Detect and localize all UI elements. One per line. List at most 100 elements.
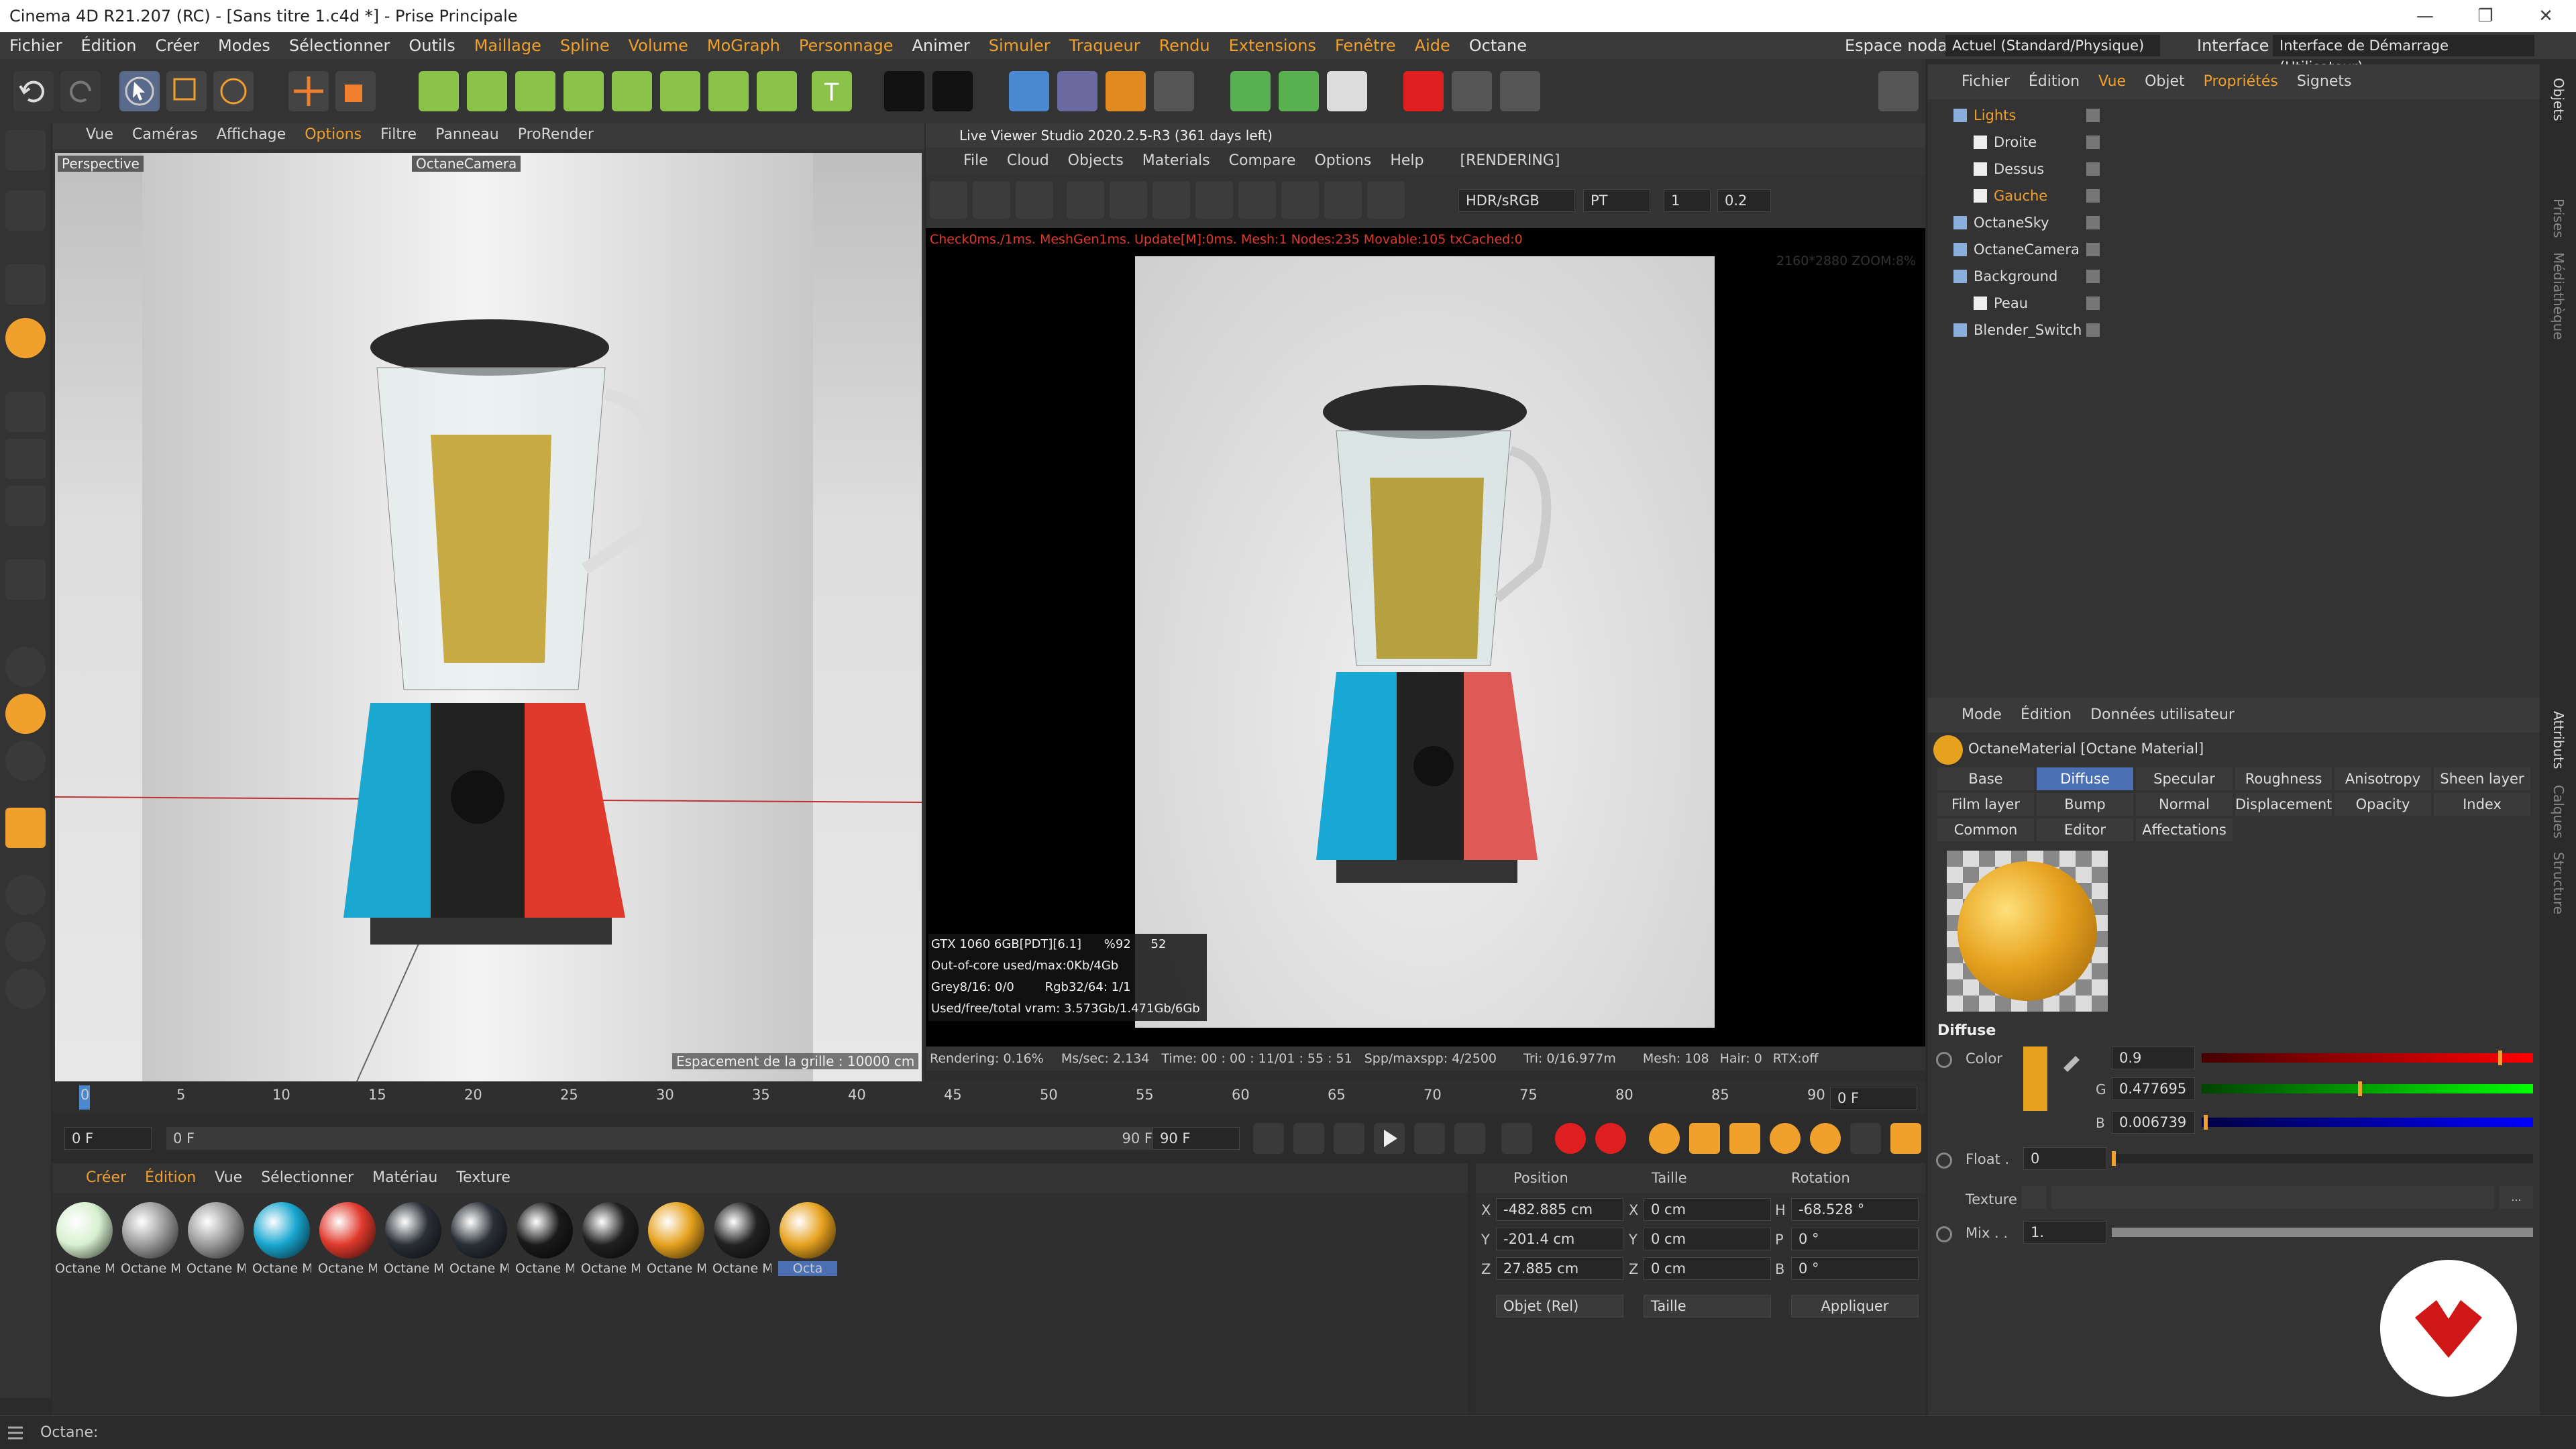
visibility-toggle[interactable] bbox=[2086, 270, 2100, 283]
timeline-window-icon[interactable] bbox=[1890, 1123, 1921, 1154]
size-x-field[interactable]: 0 cm bbox=[1644, 1198, 1771, 1221]
auto-key-icon[interactable] bbox=[1595, 1123, 1626, 1154]
lv-menu-materials[interactable]: Materials bbox=[1133, 148, 1220, 174]
tab-index[interactable]: Index bbox=[2434, 793, 2530, 816]
eyedropper-icon[interactable] bbox=[2059, 1048, 2084, 1072]
s-icon-3[interactable] bbox=[5, 741, 46, 781]
lv-kernel-select[interactable]: PT bbox=[1583, 189, 1650, 212]
material-item[interactable]: Octane M bbox=[384, 1202, 443, 1276]
color-anim-dot[interactable] bbox=[1936, 1052, 1952, 1068]
rect-select-icon[interactable] bbox=[166, 71, 207, 111]
render-settings-icon[interactable] bbox=[932, 71, 973, 111]
tab-diffuse[interactable]: Diffuse bbox=[2037, 767, 2133, 790]
edges-mode-icon[interactable] bbox=[5, 439, 46, 479]
obj-menu-signets[interactable]: Signets bbox=[2288, 64, 2361, 99]
menu-edition[interactable]: Édition bbox=[71, 32, 146, 59]
r-field[interactable]: 0.9 bbox=[2112, 1046, 2195, 1069]
viewport-menu-affichage[interactable]: Affichage bbox=[207, 123, 295, 146]
lv-region-icon[interactable] bbox=[1067, 181, 1104, 219]
record-icon[interactable] bbox=[1403, 71, 1444, 111]
generator-icon[interactable] bbox=[515, 71, 555, 111]
lv-menu-compare[interactable]: Compare bbox=[1220, 148, 1305, 174]
attr-menu-edition[interactable]: Édition bbox=[2011, 698, 2081, 733]
position-x-field[interactable]: -482.885 cm bbox=[1496, 1198, 1623, 1221]
object-name[interactable]: Peau bbox=[1994, 290, 2028, 317]
object-row[interactable]: Lights bbox=[1928, 102, 2540, 129]
object-row[interactable]: Peau bbox=[1928, 290, 2540, 317]
side-tab-attributs[interactable]: Attributs bbox=[2551, 711, 2567, 769]
menu-maillage[interactable]: Maillage bbox=[465, 32, 551, 59]
visibility-toggle[interactable] bbox=[2086, 136, 2100, 149]
object-name[interactable]: OctaneCamera bbox=[1974, 236, 2080, 263]
visibility-toggle[interactable] bbox=[2086, 297, 2100, 310]
lv-menu-cloud[interactable]: Cloud bbox=[998, 148, 1059, 174]
key-param-icon[interactable] bbox=[1810, 1123, 1841, 1154]
object-name[interactable]: OctaneSky bbox=[1974, 209, 2049, 236]
side-tab-prises[interactable]: Prises bbox=[2551, 199, 2567, 238]
mix-slider[interactable] bbox=[2112, 1228, 2533, 1237]
start-frame-field[interactable]: 0 F bbox=[64, 1127, 152, 1150]
object-row[interactable]: Dessus bbox=[1928, 156, 2540, 182]
maximize-button[interactable]: ❐ bbox=[2455, 0, 2516, 32]
viewport-menu-cameras[interactable]: Caméras bbox=[123, 123, 207, 146]
size-y-field[interactable]: 0 cm bbox=[1644, 1228, 1771, 1250]
light-icon[interactable] bbox=[660, 71, 700, 111]
select-arrow-icon[interactable] bbox=[119, 71, 160, 111]
object-row[interactable]: Blender_Switch bbox=[1928, 317, 2540, 343]
g-slider[interactable] bbox=[2202, 1081, 2533, 1096]
lv-add-icon[interactable] bbox=[1238, 181, 1276, 219]
mix-field[interactable]: 1. bbox=[2023, 1221, 2106, 1244]
viewport-canvas[interactable]: Perspective OctaneCamera Espacement de l… bbox=[55, 153, 922, 1081]
viewport-menu-vue[interactable]: Vue bbox=[52, 123, 123, 146]
key-scale-icon[interactable] bbox=[1729, 1123, 1760, 1154]
octane-settings-icon[interactable] bbox=[1500, 71, 1540, 111]
tab-base[interactable]: Base bbox=[1937, 767, 2034, 790]
viewport-menu-panneau[interactable]: Panneau bbox=[426, 123, 508, 146]
rotation-p-field[interactable]: 0 ° bbox=[1791, 1228, 1919, 1250]
render-view-icon[interactable] bbox=[884, 71, 924, 111]
float-anim-dot[interactable] bbox=[1936, 1152, 1952, 1169]
object-name[interactable]: Lights bbox=[1974, 102, 2016, 129]
material-item[interactable]: Octa bbox=[778, 1202, 837, 1276]
key-rotation-icon[interactable] bbox=[1770, 1123, 1801, 1154]
side-tab-objets[interactable]: Objets bbox=[2551, 78, 2567, 121]
menu-octane[interactable]: Octane bbox=[1460, 32, 1536, 59]
tab-anisotropy[interactable]: Anisotropy bbox=[2334, 767, 2431, 790]
interface-select[interactable]: Interface de Démarrage (Utilisateur) bbox=[2273, 35, 2534, 75]
axis-mode-icon[interactable] bbox=[5, 559, 46, 600]
tab-opacity[interactable]: Opacity bbox=[2334, 793, 2431, 816]
tab-normal[interactable]: Normal bbox=[2136, 793, 2233, 816]
live-viewer-render[interactable]: Check0ms./1ms. MeshGen1ms. Update[M]:0ms… bbox=[926, 228, 1925, 1071]
texture-slot[interactable] bbox=[2051, 1186, 2494, 1209]
tab-roughness[interactable]: Roughness bbox=[2235, 767, 2332, 790]
object-row[interactable]: Gauche bbox=[1928, 182, 2540, 209]
menu-volume[interactable]: Volume bbox=[619, 32, 698, 59]
lv-send-scene-icon[interactable] bbox=[930, 181, 967, 219]
visibility-toggle[interactable] bbox=[2086, 162, 2100, 176]
environment-icon[interactable] bbox=[708, 71, 749, 111]
octane-camera-icon[interactable] bbox=[1154, 71, 1194, 111]
scale-icon[interactable] bbox=[335, 71, 376, 111]
lv-material-pick-icon[interactable] bbox=[1367, 181, 1405, 219]
polygons-mode-icon[interactable] bbox=[5, 486, 46, 526]
tab-affectations[interactable]: Affectations bbox=[2136, 818, 2233, 841]
position-y-field[interactable]: -201.4 cm bbox=[1496, 1228, 1623, 1250]
g-field[interactable]: 0.477695 bbox=[2112, 1077, 2195, 1100]
tab-bump[interactable]: Bump bbox=[2037, 793, 2133, 816]
menu-modes[interactable]: Modes bbox=[209, 32, 280, 59]
side-tab-calques[interactable]: Calques bbox=[2551, 785, 2567, 839]
visibility-toggle[interactable] bbox=[2086, 323, 2100, 337]
object-name[interactable]: Droite bbox=[1994, 129, 2037, 156]
size-mode-select[interactable]: Taille bbox=[1644, 1295, 1771, 1318]
object-row[interactable]: OctaneCamera bbox=[1928, 236, 2540, 263]
layout-icon[interactable] bbox=[1878, 71, 1919, 111]
attr-menu-donnees[interactable]: Données utilisateur bbox=[2081, 698, 2244, 733]
lv-lock-icon[interactable] bbox=[1152, 181, 1190, 219]
material-item[interactable]: Octane M bbox=[252, 1202, 311, 1276]
key-position-icon[interactable] bbox=[1689, 1123, 1720, 1154]
mix-anim-dot[interactable] bbox=[1936, 1226, 1952, 1242]
object-row[interactable]: Droite bbox=[1928, 129, 2540, 156]
field-icon[interactable] bbox=[612, 71, 652, 111]
brush-icon[interactable] bbox=[5, 808, 46, 848]
current-frame-field[interactable]: 0 F bbox=[1830, 1087, 1917, 1110]
